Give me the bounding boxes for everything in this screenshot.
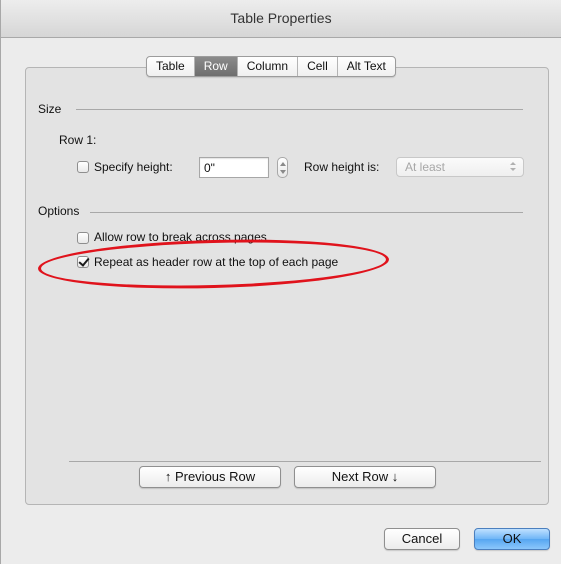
- row-number-label: Row 1:: [59, 133, 97, 147]
- specify-height-label: Specify height:: [94, 160, 173, 174]
- tab-alt-text[interactable]: Alt Text: [338, 57, 395, 76]
- tab-bar: Table Row Column Cell Alt Text: [146, 56, 396, 77]
- allow-break-label: Allow row to break across pages: [94, 230, 267, 244]
- stepper-down-icon[interactable]: [280, 170, 286, 174]
- window-title: Table Properties: [1, 0, 561, 38]
- select-arrows-icon: [510, 162, 517, 172]
- nav-divider: [69, 461, 541, 462]
- options-divider: [90, 212, 523, 213]
- row-height-is-label: Row height is:: [304, 160, 380, 174]
- tab-table[interactable]: Table: [147, 57, 195, 76]
- options-section-label: Options: [38, 204, 80, 218]
- cancel-button[interactable]: Cancel: [384, 528, 460, 550]
- ok-button[interactable]: OK: [474, 528, 550, 550]
- row-height-stepper[interactable]: [277, 157, 288, 178]
- row-tab-panel: [25, 67, 549, 505]
- row-height-rule-select[interactable]: At least: [396, 157, 524, 177]
- tab-row[interactable]: Row: [194, 57, 238, 76]
- table-properties-dialog: Table Properties Table Row Column Cell A…: [0, 0, 561, 564]
- previous-row-button[interactable]: ↑ Previous Row: [139, 466, 281, 488]
- row-height-input[interactable]: 0": [199, 157, 269, 178]
- repeat-header-label: Repeat as header row at the top of each …: [94, 255, 339, 269]
- stepper-up-icon[interactable]: [280, 162, 286, 166]
- size-divider: [76, 109, 523, 110]
- tab-cell[interactable]: Cell: [298, 57, 338, 76]
- repeat-header-checkbox[interactable]: [77, 256, 89, 268]
- tab-column[interactable]: Column: [238, 57, 299, 76]
- row-height-rule-value: At least: [405, 160, 446, 174]
- specify-height-checkbox[interactable]: [77, 161, 89, 173]
- next-row-button[interactable]: Next Row ↓: [294, 466, 436, 488]
- size-section-label: Size: [38, 102, 62, 116]
- allow-break-checkbox[interactable]: [77, 232, 89, 244]
